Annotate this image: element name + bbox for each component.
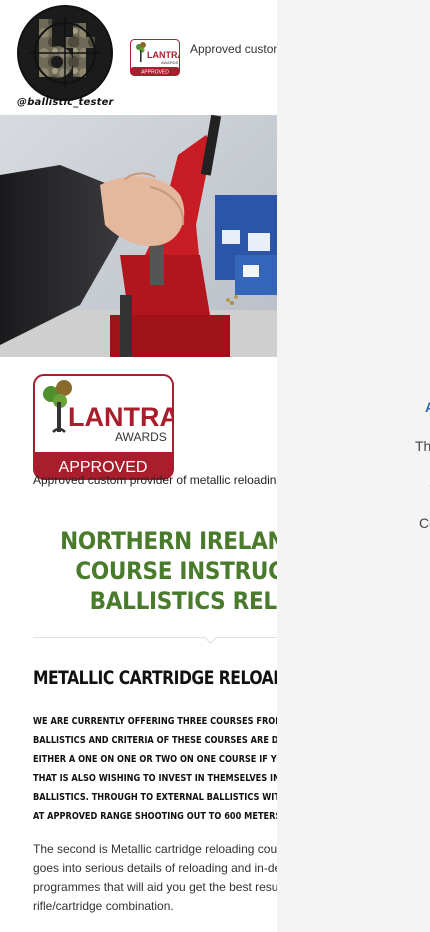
divider-notch	[204, 631, 217, 644]
menu-item-4[interactable]: Co	[419, 515, 430, 531]
brand-handle: @ballistic_tester	[17, 97, 114, 108]
lantra-ribbon-small: APPROVED	[141, 70, 169, 76]
menu-item-2[interactable]: Th	[415, 438, 430, 454]
headline-line-1: Northern Ireland's first	[60, 527, 277, 555]
headline-line-2: course instruction on	[75, 557, 277, 585]
caps-line: ballistics. Through to external ballisti…	[33, 792, 277, 803]
body-line: rifle/cartridge combination.	[33, 899, 174, 913]
lantra-approved-badge: LANTRA AWARDS APPROVED	[33, 374, 174, 480]
ballistic-tester-logo[interactable]	[17, 5, 113, 101]
provider-text: Approved custom provider of metallic rel…	[33, 473, 277, 487]
lantra-brand: LANTRA	[68, 402, 174, 432]
menu-item-1[interactable]: A	[425, 399, 430, 415]
body-line: programmes that will aid you get the bes…	[33, 880, 277, 894]
section-divider	[33, 637, 277, 638]
page-headline: Northern Ireland's first course instruct…	[20, 526, 277, 616]
lantra-sub-small: AWARDS	[161, 60, 179, 65]
main-page: @ballistic_tester LANTRA AWARDS APPROVED…	[0, 0, 277, 932]
hero-image	[0, 115, 277, 357]
course-description: The second is Metallic cartridge reloadi…	[33, 840, 277, 916]
caps-line: We are currently offering three courses …	[33, 716, 277, 727]
body-line: The second is Metallic cartridge reloadi…	[33, 842, 277, 856]
caps-line: either a one on one or two on one course…	[33, 754, 277, 765]
courses-intro: We are currently offering three courses …	[33, 712, 277, 826]
headline-line-3: ballistics reloading	[89, 587, 277, 615]
section-title: Metallic Cartridge Reloading	[33, 667, 277, 689]
caps-line: that is also wishing to invest in themse…	[33, 773, 277, 784]
site-header: @ballistic_tester LANTRA AWARDS APPROVED…	[0, 0, 277, 115]
lantra-brand-small: LANTRA	[147, 50, 180, 60]
body-line: goes into serious details of reloading a…	[33, 861, 277, 875]
lantra-sub: AWARDS	[115, 430, 167, 444]
caps-line: at approved range shooting out to 600 me…	[33, 811, 277, 822]
side-menu-panel: A Th S Co	[277, 0, 430, 932]
caps-line: ballistics and criteria of these courses…	[33, 735, 277, 746]
header-badge-text: Approved custom provider of metallic rel…	[190, 42, 277, 56]
lantra-badge-small: LANTRA AWARDS APPROVED	[130, 39, 180, 76]
